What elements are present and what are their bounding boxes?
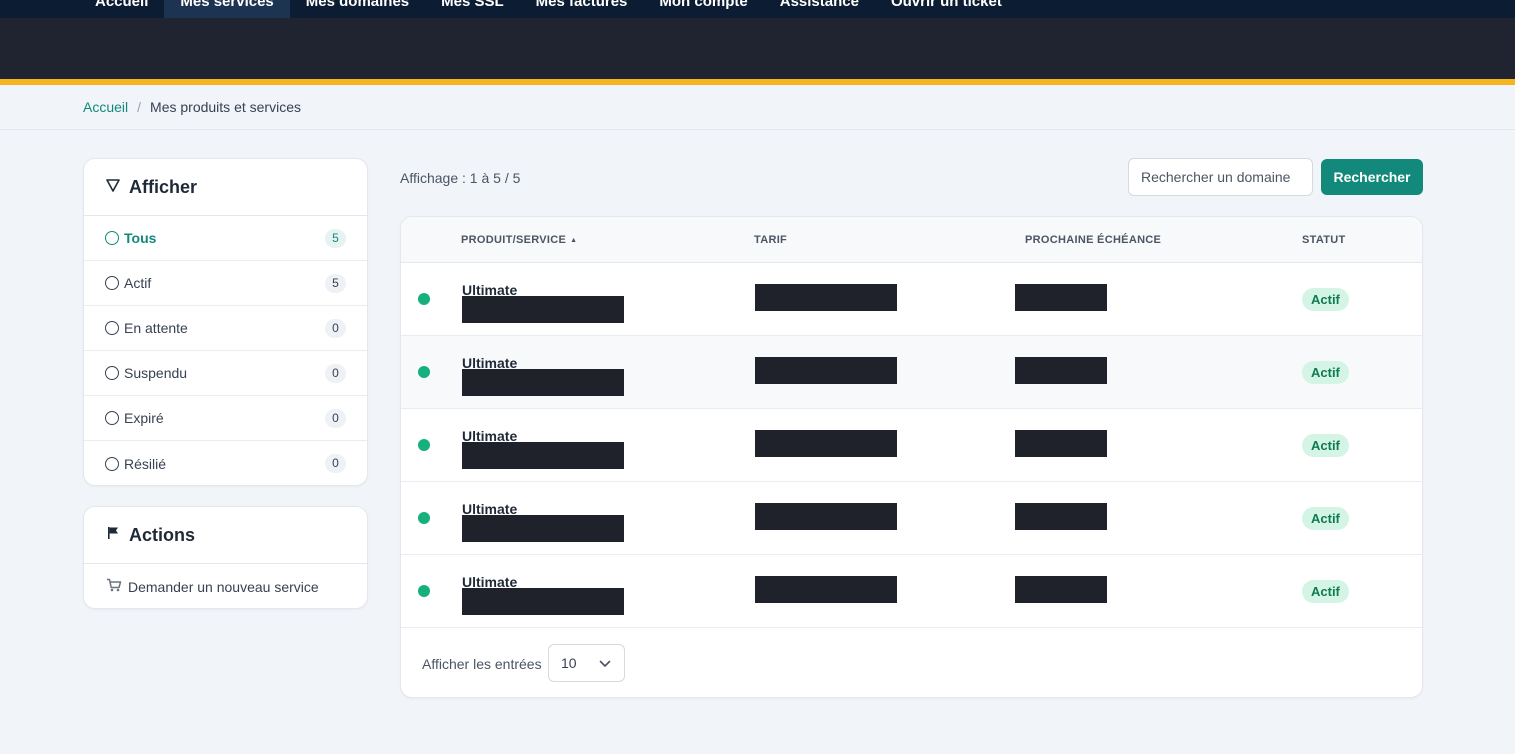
table-footer: Afficher les entrées 10 — [401, 628, 1422, 697]
breadcrumb: Accueil / Mes produits et services — [83, 99, 301, 115]
actions-panel-header: Actions — [84, 507, 367, 564]
redacted-tarif — [755, 503, 897, 530]
filter-count-badge: 0 — [325, 408, 346, 428]
nav-item-assistance[interactable]: Assistance — [764, 0, 875, 18]
search-button[interactable]: Rechercher — [1321, 159, 1423, 195]
status-badge: Actif — [1302, 288, 1349, 311]
redacted-due-date — [1015, 576, 1107, 603]
filter-panel-header: Afficher — [84, 159, 367, 216]
filter-item-label: Expiré — [124, 410, 164, 426]
status-badge: Actif — [1302, 361, 1349, 384]
actions-panel-title: Actions — [129, 524, 196, 545]
redacted-domain — [462, 442, 624, 469]
status-dot-icon — [418, 585, 430, 597]
flag-icon — [105, 526, 121, 544]
filter-item-actif[interactable]: Actif 5 — [84, 261, 367, 306]
redacted-due-date — [1015, 357, 1107, 384]
showing-count-text: Affichage : 1 à 5 / 5 — [400, 170, 521, 186]
status-dot-icon — [418, 439, 430, 451]
col-header-product-label: PRODUIT/SERVICE — [461, 234, 567, 246]
filter-item-label: Suspendu — [124, 365, 188, 381]
filter-item-label: Tous — [124, 230, 157, 246]
filter-item-label: En attente — [124, 320, 188, 336]
sort-asc-icon: ▲ — [570, 237, 578, 244]
top-nav-items: Accueil Mes services Mes domaines Mes SS… — [79, 0, 1018, 18]
redacted-due-date — [1015, 284, 1107, 311]
filter-count-badge: 5 — [325, 228, 346, 248]
status-dot-icon — [418, 366, 430, 378]
redacted-domain — [462, 296, 624, 323]
entries-per-page-select[interactable]: 10 — [548, 644, 625, 682]
redacted-tarif — [755, 430, 897, 457]
status-badge: Actif — [1302, 434, 1349, 457]
status-badge: Actif — [1302, 507, 1349, 530]
nav-item-ouvrir-ticket[interactable]: Ouvrir un ticket — [875, 0, 1018, 18]
col-header-due-date[interactable]: PROCHAINE ÉCHÉANCE — [1025, 234, 1161, 246]
status-dot-icon — [418, 293, 430, 305]
table-row[interactable]: Ultimate Actif — [401, 263, 1422, 336]
table-header: PRODUIT/SERVICE ▲ TARIF PROCHAINE ÉCHÉANC… — [401, 217, 1422, 263]
filter-icon — [105, 178, 121, 196]
filter-item-tous[interactable]: Tous 5 — [84, 216, 367, 261]
radio-icon — [105, 276, 119, 290]
radio-icon — [105, 456, 119, 471]
redacted-tarif — [755, 576, 897, 603]
page-header-banner — [0, 18, 1515, 80]
filter-item-expire[interactable]: Expiré 0 — [84, 396, 367, 441]
breadcrumb-separator: / — [137, 99, 142, 115]
redacted-domain — [462, 369, 624, 396]
col-header-status[interactable]: STATUT — [1302, 234, 1346, 246]
redacted-domain — [462, 515, 624, 542]
table-row[interactable]: Ultimate Actif — [401, 336, 1422, 409]
col-header-tarif[interactable]: TARIF — [754, 234, 787, 246]
filter-item-resilie[interactable]: Résilié 0 — [84, 441, 367, 485]
services-table: PRODUIT/SERVICE ▲ TARIF PROCHAINE ÉCHÉANC… — [400, 216, 1423, 698]
cart-icon — [106, 578, 122, 595]
filter-count-badge: 0 — [325, 454, 346, 473]
redacted-due-date — [1015, 503, 1107, 530]
top-navbar: Accueil Mes services Mes domaines Mes SS… — [0, 0, 1515, 18]
breadcrumb-home-link[interactable]: Accueil — [83, 99, 128, 115]
domain-search-input[interactable] — [1128, 158, 1313, 196]
filter-count-badge: 0 — [325, 363, 346, 383]
radio-icon — [105, 411, 119, 425]
filter-count-badge: 5 — [325, 273, 346, 293]
nav-item-mon-compte[interactable]: Mon compte — [643, 0, 763, 18]
request-new-service-link[interactable]: Demander un nouveau service — [84, 564, 367, 608]
table-row[interactable]: Ultimate Actif — [401, 555, 1422, 628]
table-row[interactable]: Ultimate Actif — [401, 409, 1422, 482]
filter-item-label: Actif — [124, 275, 152, 291]
filter-count-badge: 0 — [325, 318, 346, 338]
status-dot-icon — [418, 512, 430, 524]
status-badge: Actif — [1302, 580, 1349, 603]
radio-icon — [105, 231, 119, 245]
chevron-down-icon — [599, 645, 611, 681]
entries-select-value: 10 — [561, 655, 577, 671]
table-row[interactable]: Ultimate Actif — [401, 482, 1422, 555]
actions-panel: Actions Demander un nouveau service — [83, 506, 368, 609]
filter-item-en-attente[interactable]: En attente 0 — [84, 306, 367, 351]
action-item-label: Demander un nouveau service — [128, 578, 319, 595]
redacted-tarif — [755, 284, 897, 311]
nav-item-mes-services[interactable]: Mes services — [164, 0, 290, 18]
breadcrumb-bar: Accueil / Mes produits et services — [0, 85, 1515, 130]
breadcrumb-current: Mes produits et services — [150, 99, 301, 115]
nav-item-accueil[interactable]: Accueil — [79, 0, 164, 18]
filter-item-suspendu[interactable]: Suspendu 0 — [84, 351, 367, 396]
nav-item-mes-factures[interactable]: Mes factures — [520, 0, 644, 18]
col-header-product[interactable]: PRODUIT/SERVICE ▲ — [461, 234, 577, 246]
nav-item-mes-ssl[interactable]: Mes SSL — [425, 0, 520, 18]
filter-panel-title: Afficher — [129, 176, 198, 197]
nav-item-mes-domaines[interactable]: Mes domaines — [290, 0, 425, 18]
filter-item-label: Résilié — [124, 455, 167, 472]
radio-icon — [105, 366, 119, 380]
redacted-due-date — [1015, 430, 1107, 457]
filter-panel: Afficher Tous 5 Actif 5 En attente 0 Sus… — [83, 158, 368, 486]
redacted-tarif — [755, 357, 897, 384]
entries-label: Afficher les entrées — [422, 656, 542, 672]
redacted-domain — [462, 588, 624, 615]
radio-icon — [105, 321, 119, 335]
